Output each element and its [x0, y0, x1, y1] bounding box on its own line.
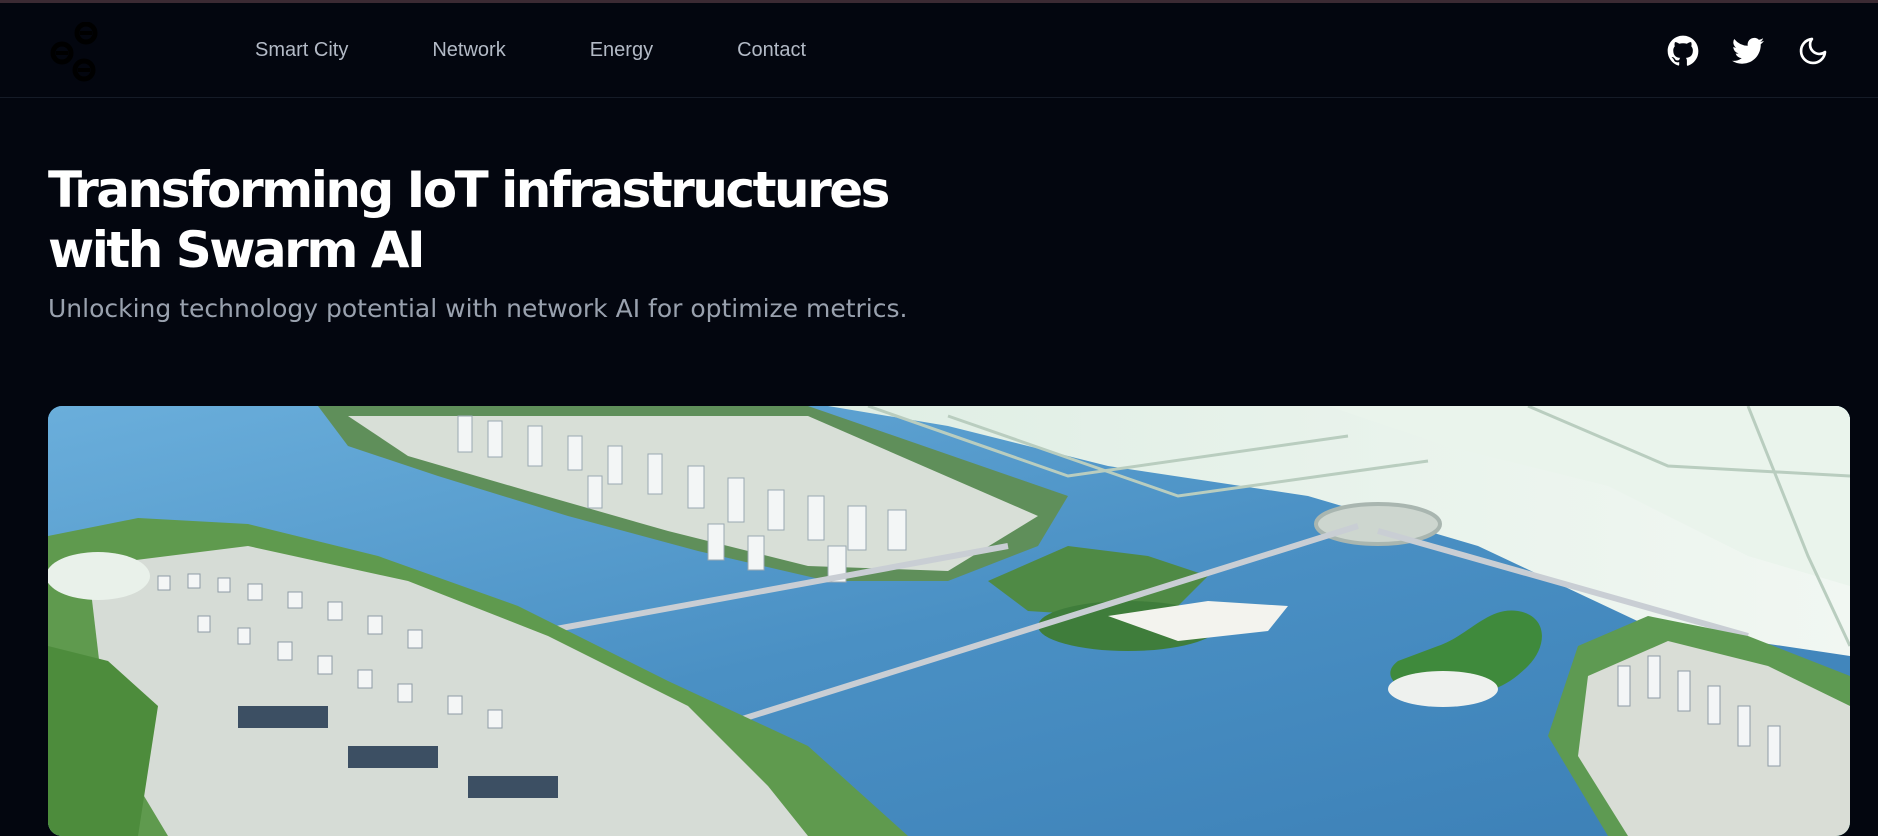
- hero-title-line-2: with Swarm AI: [48, 221, 426, 279]
- hero-title: Transforming IoT infrastructures with Sw…: [48, 160, 928, 280]
- logo-icon: [50, 21, 98, 82]
- hero-title-line-1: Transforming IoT infrastructures: [48, 161, 890, 219]
- nav-item-contact[interactable]: Contact: [737, 39, 806, 62]
- smart-city-aerial-image: [48, 406, 1850, 836]
- github-icon[interactable]: [1666, 34, 1700, 68]
- smart-city-illustration: [48, 406, 1850, 836]
- nav-item-network[interactable]: Network: [432, 39, 505, 62]
- logo[interactable]: [48, 21, 108, 82]
- nav-item-energy[interactable]: Energy: [590, 39, 653, 62]
- site-header: Smart City Network Energy Contact: [0, 3, 1878, 98]
- twitter-icon[interactable]: [1731, 34, 1765, 68]
- dark-mode-moon-icon[interactable]: [1796, 34, 1830, 68]
- main-nav: Smart City Network Energy Contact: [255, 3, 890, 98]
- hero-section: Transforming IoT infrastructures with Sw…: [48, 160, 928, 323]
- header-icons: [1635, 3, 1830, 98]
- hero-subtitle: Unlocking technology potential with netw…: [48, 294, 908, 323]
- nav-item-smart-city[interactable]: Smart City: [255, 39, 348, 62]
